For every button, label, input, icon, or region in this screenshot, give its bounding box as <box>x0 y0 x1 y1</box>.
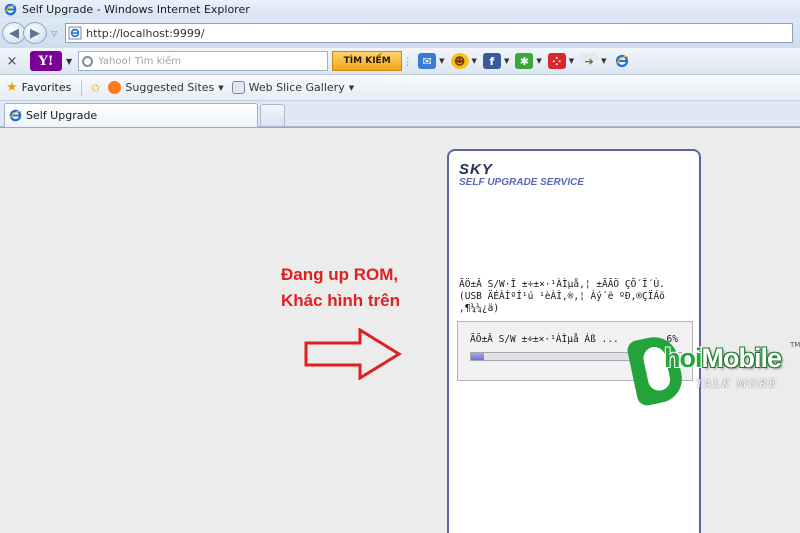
close-toolbar-icon[interactable]: × <box>2 54 22 69</box>
games-icon[interactable]: ⁘ <box>547 53 566 69</box>
messenger-icon[interactable]: ☻ <box>450 53 469 69</box>
suggested-sites-icon <box>108 81 122 94</box>
add-to-favorites-icon[interactable]: ✩ <box>90 81 100 95</box>
mail-dropdown-icon[interactable]: ▼ <box>439 57 444 65</box>
suggested-sites-dropdown-icon[interactable]: ▼ <box>218 84 223 92</box>
annotation-line-1: Đang up ROM, <box>281 265 399 284</box>
suggested-sites-link[interactable]: Suggested Sites ▼ <box>108 81 224 94</box>
url-text: http://localhost:9999/ <box>86 26 205 40</box>
chaomobile-watermark: hoiMobile TALK MORE TM <box>625 332 800 408</box>
search-icon <box>82 55 94 67</box>
tab-self-upgrade[interactable]: Self Upgrade <box>4 103 258 127</box>
web-slice-gallery-link[interactable]: Web Slice Gallery ▼ <box>231 81 354 94</box>
yahoo-logo[interactable]: Y! <box>30 51 62 71</box>
service-title: SELF UPGRADE SERVICE <box>459 177 585 188</box>
progress-label: ÃÖ±Â S/W ±÷±×·¹ÀÌµå Áß ... <box>470 334 619 345</box>
red-arrow-icon <box>304 328 402 380</box>
web-slice-gallery-label: Web Slice Gallery <box>248 81 345 94</box>
bookmark-add-icon[interactable]: ➔ <box>580 53 599 69</box>
annotation-text: Đang up ROM, Khác hình trên <box>281 262 400 314</box>
title-bar: Self Upgrade - Windows Internet Explorer <box>0 0 800 18</box>
favorites-divider <box>81 79 83 96</box>
recent-pages-dropdown-icon[interactable]: ▽ <box>51 29 57 38</box>
tab-ie-icon <box>9 109 22 122</box>
search-button[interactable]: TÌM KIẾM <box>332 51 403 71</box>
watermark-trademark: TM <box>790 341 800 349</box>
watermark-tagline: TALK MORE <box>696 379 778 390</box>
bookmark-dropdown-icon[interactable]: ▼ <box>601 57 606 65</box>
toolbar-resize-handle-icon[interactable]: ⋮ <box>402 55 413 68</box>
address-row: ◀ ▶ ▽ http://localhost:9999/ <box>0 18 800 48</box>
yahoo-menu-dropdown-icon[interactable]: ▼ <box>66 57 72 66</box>
yahoo-search-input[interactable]: Yahoo! Tìm kiếm <box>78 51 329 71</box>
widget-icon[interactable]: ✱ <box>515 53 534 69</box>
sky-brand: SKY <box>459 161 493 178</box>
address-bar[interactable]: http://localhost:9999/ <box>65 23 794 43</box>
web-slice-gallery-icon <box>231 81 245 94</box>
back-arrow-icon: ◀ <box>9 25 19 41</box>
web-slice-gallery-dropdown-icon[interactable]: ▼ <box>349 84 354 92</box>
upgrade-message: ÃÖ±Â S/W·Î ±÷±×·¹ÀÌµå,¦ ±ÃÃÖ ÇÕ´Ï´Ù. (US… <box>459 279 665 314</box>
widget-dropdown-icon[interactable]: ▼ <box>536 57 541 65</box>
search-placeholder: Yahoo! Tìm kiếm <box>98 55 182 67</box>
favorites-bar: ★ Favorites ✩ Suggested Sites ▼ Web Slic… <box>0 75 800 101</box>
nav-buttons: ◀ ▶ ▽ <box>2 22 57 44</box>
suggested-sites-label: Suggested Sites <box>125 81 215 94</box>
window-title: Self Upgrade - Windows Internet Explorer <box>22 2 250 16</box>
tab-label: Self Upgrade <box>26 109 98 122</box>
ie-icon <box>4 3 17 15</box>
forward-button[interactable]: ▶ <box>23 22 47 44</box>
messenger-dropdown-icon[interactable]: ▼ <box>472 57 477 65</box>
annotation-line-2: Khác hình trên <box>281 291 401 310</box>
favorites-label: Favorites <box>21 81 72 94</box>
favorites-button[interactable]: ★ Favorites <box>6 80 71 95</box>
page-content: Đang up ROM, Khác hình trên SKY SELF UPG… <box>0 127 800 533</box>
ie-page-icon <box>68 26 82 40</box>
progress-fill <box>471 353 484 360</box>
new-tab-button[interactable] <box>260 104 285 126</box>
tab-bar: Self Upgrade <box>0 101 800 127</box>
ie-toolbar-icon[interactable] <box>613 53 631 69</box>
mail-icon[interactable]: ✉ <box>418 53 437 69</box>
facebook-icon[interactable]: f <box>482 53 501 69</box>
facebook-dropdown-icon[interactable]: ▼ <box>504 57 509 65</box>
watermark-brand: hoiMobile <box>664 343 782 373</box>
forward-arrow-icon: ▶ <box>30 25 40 41</box>
games-dropdown-icon[interactable]: ▼ <box>569 57 574 65</box>
toolbar: × Y! ▼ Yahoo! Tìm kiếm TÌM KIẾM ⋮ ✉ ▼ ☻ … <box>0 48 800 75</box>
favorites-star-icon: ★ <box>6 80 18 95</box>
